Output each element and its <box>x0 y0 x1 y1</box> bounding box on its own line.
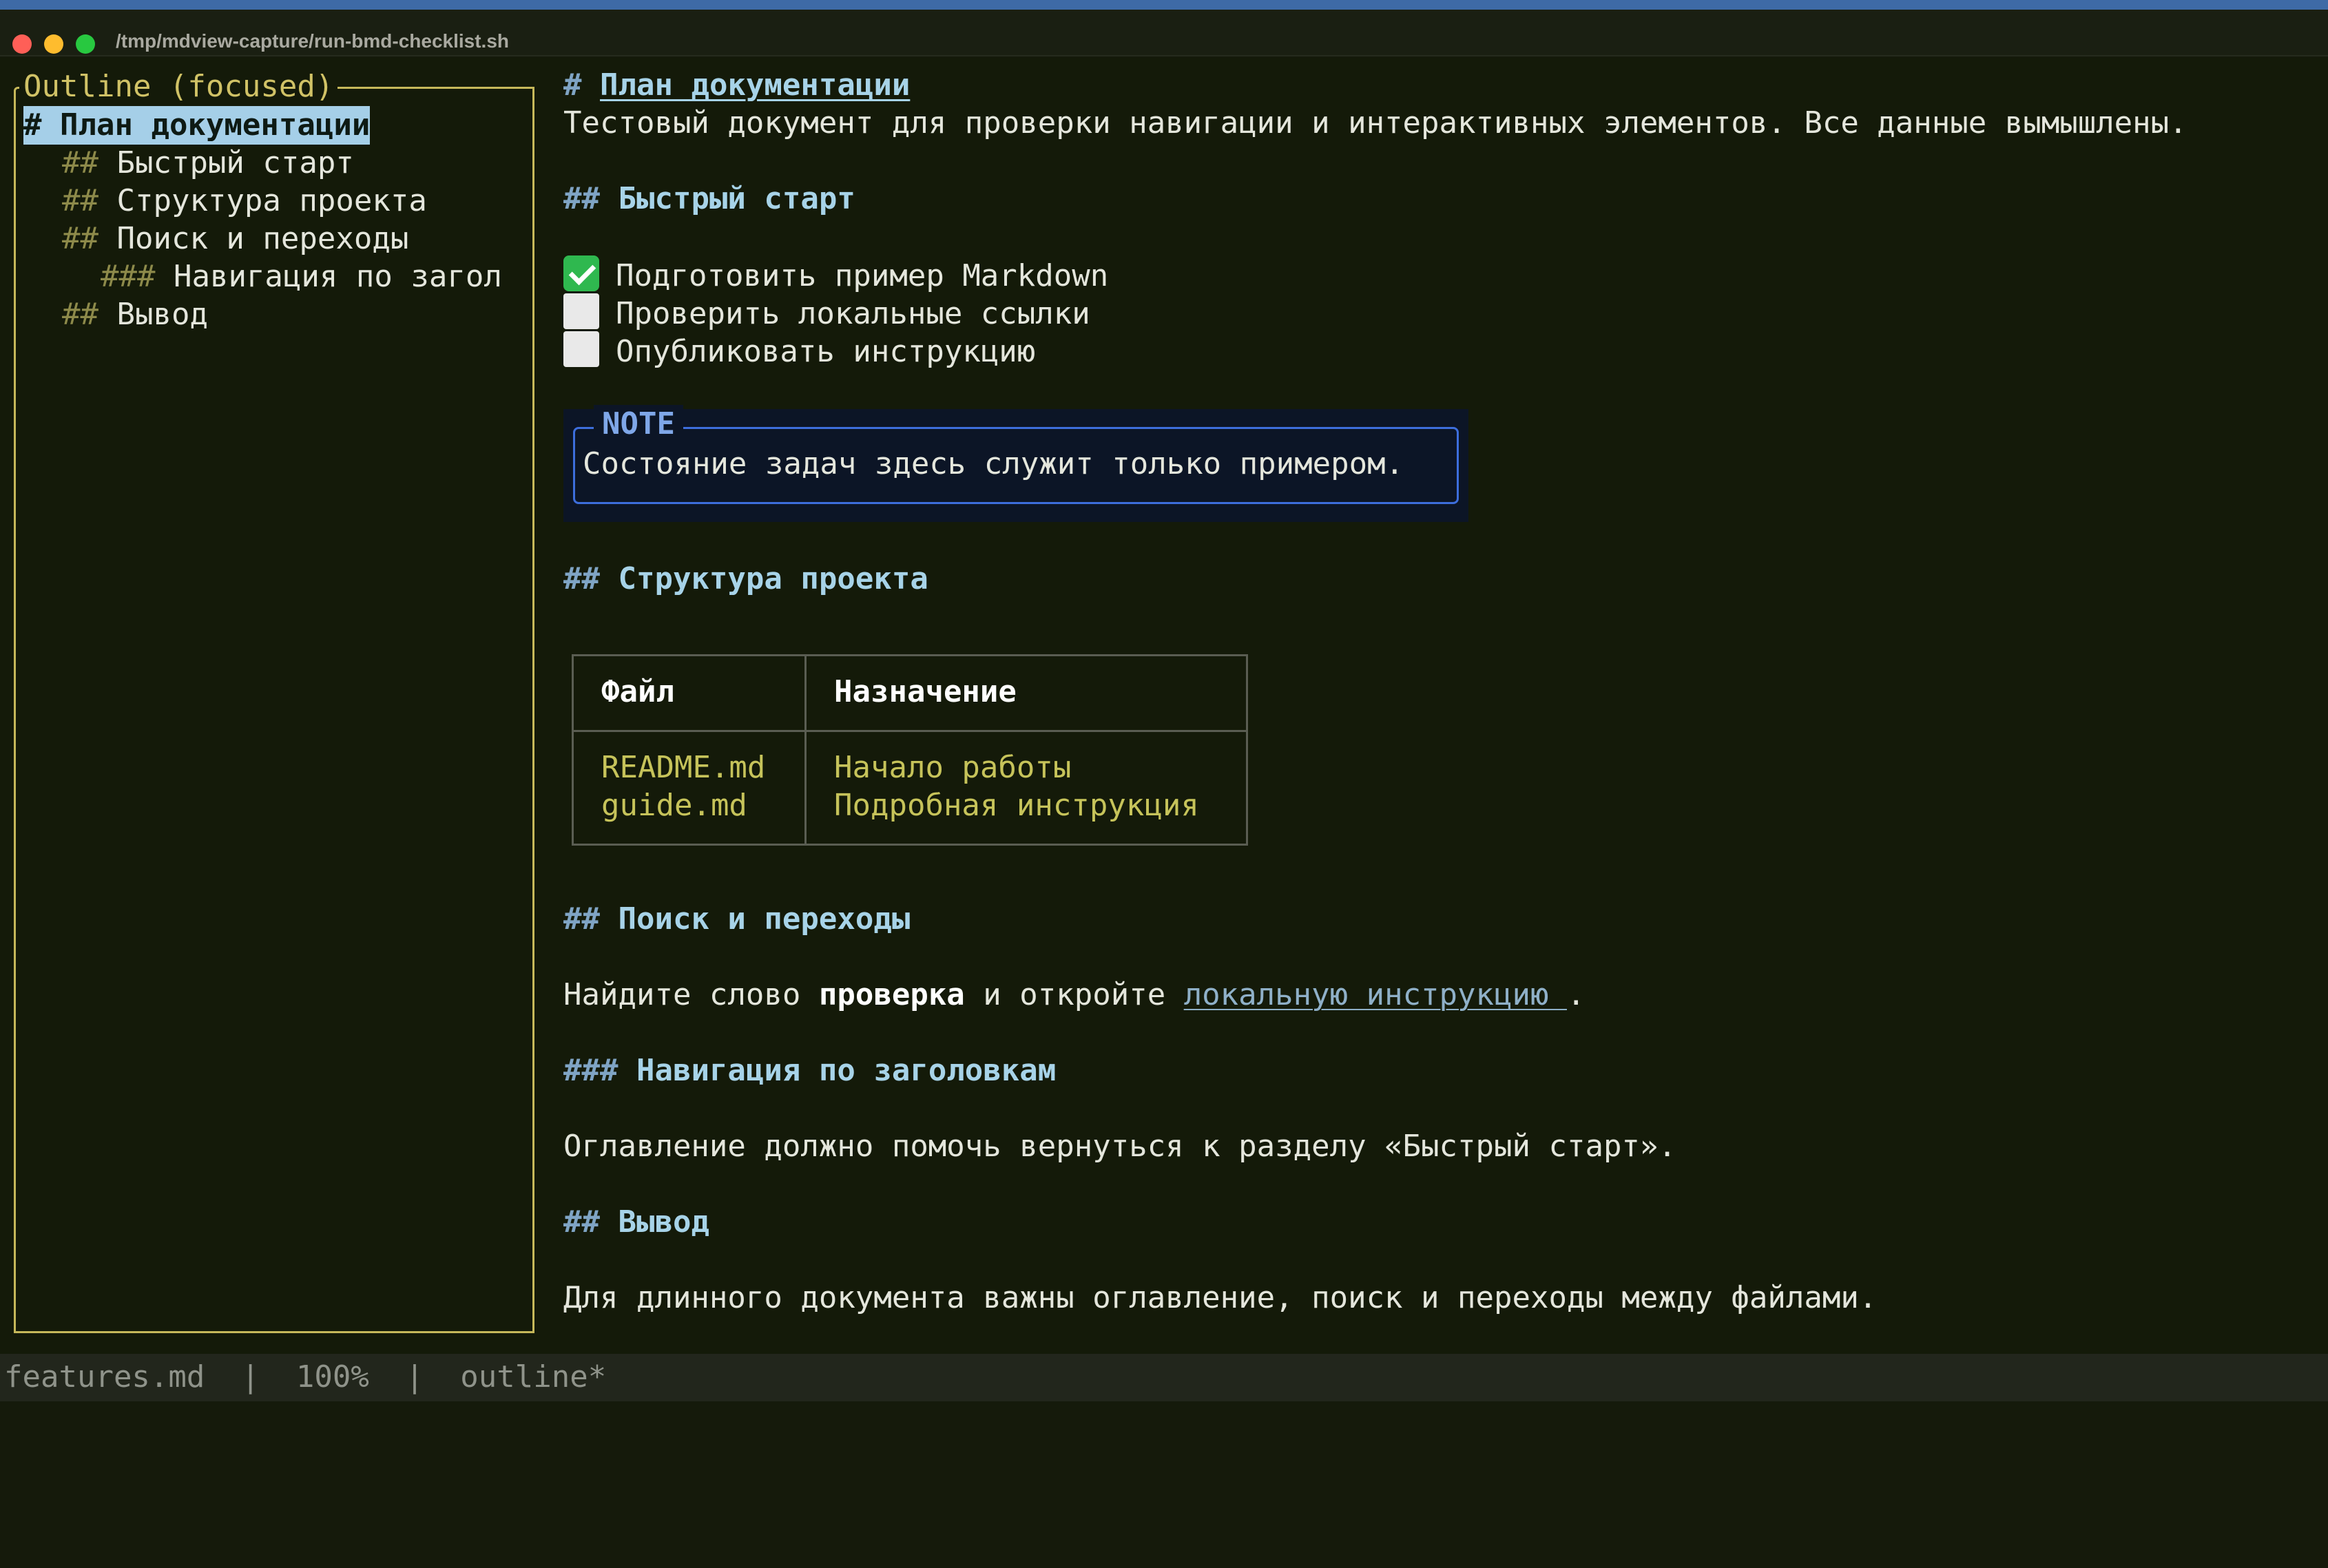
outline-item-hash: ## <box>62 183 98 218</box>
top-accent-strip <box>0 0 2328 10</box>
outline-item-label: Структура проекта <box>116 183 427 218</box>
window-title: /tmp/mdview-capture/run-bmd-checklist.sh <box>116 30 509 52</box>
page-title: План документации <box>600 67 911 103</box>
table-divider <box>574 730 1246 732</box>
window-titlebar: /tmp/mdview-capture/run-bmd-checklist.sh <box>0 10 2328 56</box>
note-text: Состояние задач здесь служит только прим… <box>583 446 1404 481</box>
local-guide-link[interactable]: локальную инструкцию <box>1184 977 1567 1012</box>
outline-item-label: Вывод <box>116 297 208 332</box>
checkbox-unchecked-icon[interactable] <box>563 293 599 329</box>
outline-item-label: Быстрый старт <box>116 145 354 180</box>
outline-item-hash: ## <box>62 145 98 180</box>
task-label: Проверить локальные ссылки <box>616 296 1090 331</box>
files-table: Файл Назначение README.md Начало работы … <box>572 654 1248 846</box>
heading-hash: ## <box>563 561 600 596</box>
outline-item-plan[interactable]: # План документации <box>23 106 371 145</box>
task-item[interactable]: Проверить локальные ссылки <box>563 293 1090 333</box>
heading-text: Поиск и переходы <box>618 901 911 937</box>
terminal-area: Outline (focused) # План документации ##… <box>0 58 2328 1354</box>
table-cell: guide.md <box>601 788 747 823</box>
outline-item-label: Поиск и переходы <box>116 221 409 256</box>
outline-item-label: Навигация по загол <box>173 259 502 294</box>
heading-text: Вывод <box>618 1204 709 1240</box>
status-text: features.md | 100% | outline* <box>4 1359 607 1394</box>
heading-search: ## Поиск и переходы <box>563 900 910 939</box>
close-window-button[interactable] <box>12 34 32 54</box>
conclusion-paragraph: Для длинного документа важны оглавление,… <box>563 1280 1878 1315</box>
status-bar: features.md | 100% | outline* <box>0 1354 2328 1401</box>
heading-quickstart: ## Быстрый старт <box>563 180 855 218</box>
outline-item-structure[interactable]: ## Структура проекта <box>62 182 427 220</box>
checkbox-checked-icon[interactable] <box>563 255 599 291</box>
outline-item-conclusion[interactable]: ## Вывод <box>62 295 208 334</box>
para-text: и откройте <box>964 977 1184 1012</box>
heading-navigation: ### Навигация по заголовкам <box>563 1052 1056 1090</box>
outline-panel-title: Outline (focused) <box>19 67 338 106</box>
heading-hash: # <box>563 67 582 103</box>
task-item[interactable]: Опубликовать инструкцию <box>563 331 1035 371</box>
note-label: NOTE <box>594 405 683 443</box>
table-cell: README.md <box>601 750 766 785</box>
heading-hash: ### <box>563 1053 619 1088</box>
heading-text: Быстрый старт <box>618 181 855 216</box>
doc-h1: # План документации <box>563 66 910 105</box>
heading-structure: ## Структура проекта <box>563 560 928 598</box>
task-label: Опубликовать инструкцию <box>616 334 1036 369</box>
bold-word: проверка <box>818 977 965 1012</box>
heading-text: Навигация по заголовкам <box>636 1053 1057 1088</box>
table-header-file: Файл <box>601 674 674 709</box>
navigation-paragraph: Оглавление должно помочь вернуться к раз… <box>563 1129 1676 1164</box>
outline-item-hash: ## <box>62 221 98 256</box>
task-item[interactable]: Подготовить пример Markdown <box>563 255 1108 295</box>
heading-text: Структура проекта <box>618 561 928 596</box>
heading-hash: ## <box>563 1204 600 1240</box>
outline-item-hash: ## <box>62 297 98 332</box>
outline-item-navigation[interactable]: ### Навигация по загол <box>101 258 502 296</box>
table-divider <box>804 656 807 844</box>
para-text: Найдите слово <box>563 977 819 1012</box>
table-cell: Подробная инструкция <box>834 788 1199 823</box>
outline-item-hash: # <box>23 107 42 143</box>
heading-conclusion: ## Вывод <box>563 1203 709 1242</box>
heading-hash: ## <box>563 181 600 216</box>
doc-intro: Тестовый документ для проверки навигации… <box>563 105 2187 140</box>
minimize-window-button[interactable] <box>44 34 63 54</box>
maximize-window-button[interactable] <box>76 34 95 54</box>
para-text: . <box>1566 977 1586 1012</box>
task-label: Подготовить пример Markdown <box>616 258 1109 293</box>
table-cell: Начало работы <box>834 750 1072 785</box>
checkbox-unchecked-icon[interactable] <box>563 331 599 367</box>
outline-item-search[interactable]: ## Поиск и переходы <box>62 220 408 258</box>
table-header-purpose: Назначение <box>834 674 1017 709</box>
outline-item-quickstart[interactable]: ## Быстрый старт <box>62 144 354 182</box>
search-paragraph: Найдите слово проверка и откройте локаль… <box>563 976 1585 1014</box>
outline-item-label: План документации <box>60 107 371 143</box>
heading-hash: ## <box>563 901 600 937</box>
outline-item-hash: ### <box>101 259 156 294</box>
